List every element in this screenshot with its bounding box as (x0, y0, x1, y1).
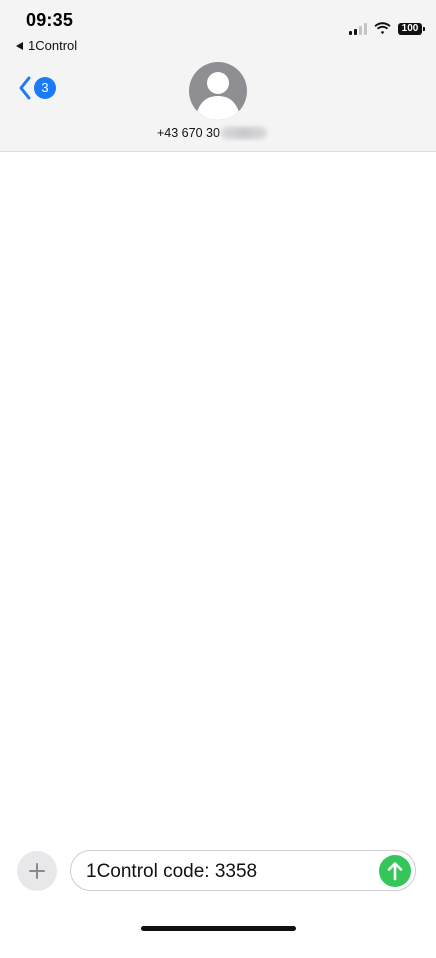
chevron-left-icon (19, 76, 31, 100)
status-icons: 100 (349, 22, 425, 35)
arrow-up-icon (387, 862, 403, 881)
contact-avatar[interactable] (189, 62, 247, 120)
back-to-app-label: 1Control (28, 38, 78, 53)
cellular-signal-icon (349, 22, 367, 35)
message-input[interactable]: 1Control code: 3358 (70, 850, 416, 891)
contact-name[interactable]: +43 670 30 (157, 126, 267, 140)
back-triangle-icon (16, 41, 23, 50)
home-indicator[interactable] (141, 926, 296, 931)
person-avatar-icon (197, 72, 239, 120)
unread-count-badge: 3 (34, 77, 56, 99)
contact-number: +43 670 30 (157, 126, 220, 140)
message-thread (0, 152, 436, 842)
redacted-number-part (220, 127, 267, 139)
send-button[interactable] (379, 855, 411, 887)
conversation-header: 09:35 1Control 100 3 +43 670 30 (0, 0, 436, 152)
back-button[interactable]: 3 (18, 76, 56, 100)
plus-icon (29, 863, 45, 879)
back-to-app-link[interactable]: 1Control (16, 38, 77, 53)
status-time: 09:35 (26, 10, 74, 30)
add-attachment-button[interactable] (17, 851, 57, 891)
battery-icon: 100 (398, 22, 425, 35)
wifi-icon (374, 22, 391, 35)
message-draft-text: 1Control code: 3358 (86, 861, 258, 882)
